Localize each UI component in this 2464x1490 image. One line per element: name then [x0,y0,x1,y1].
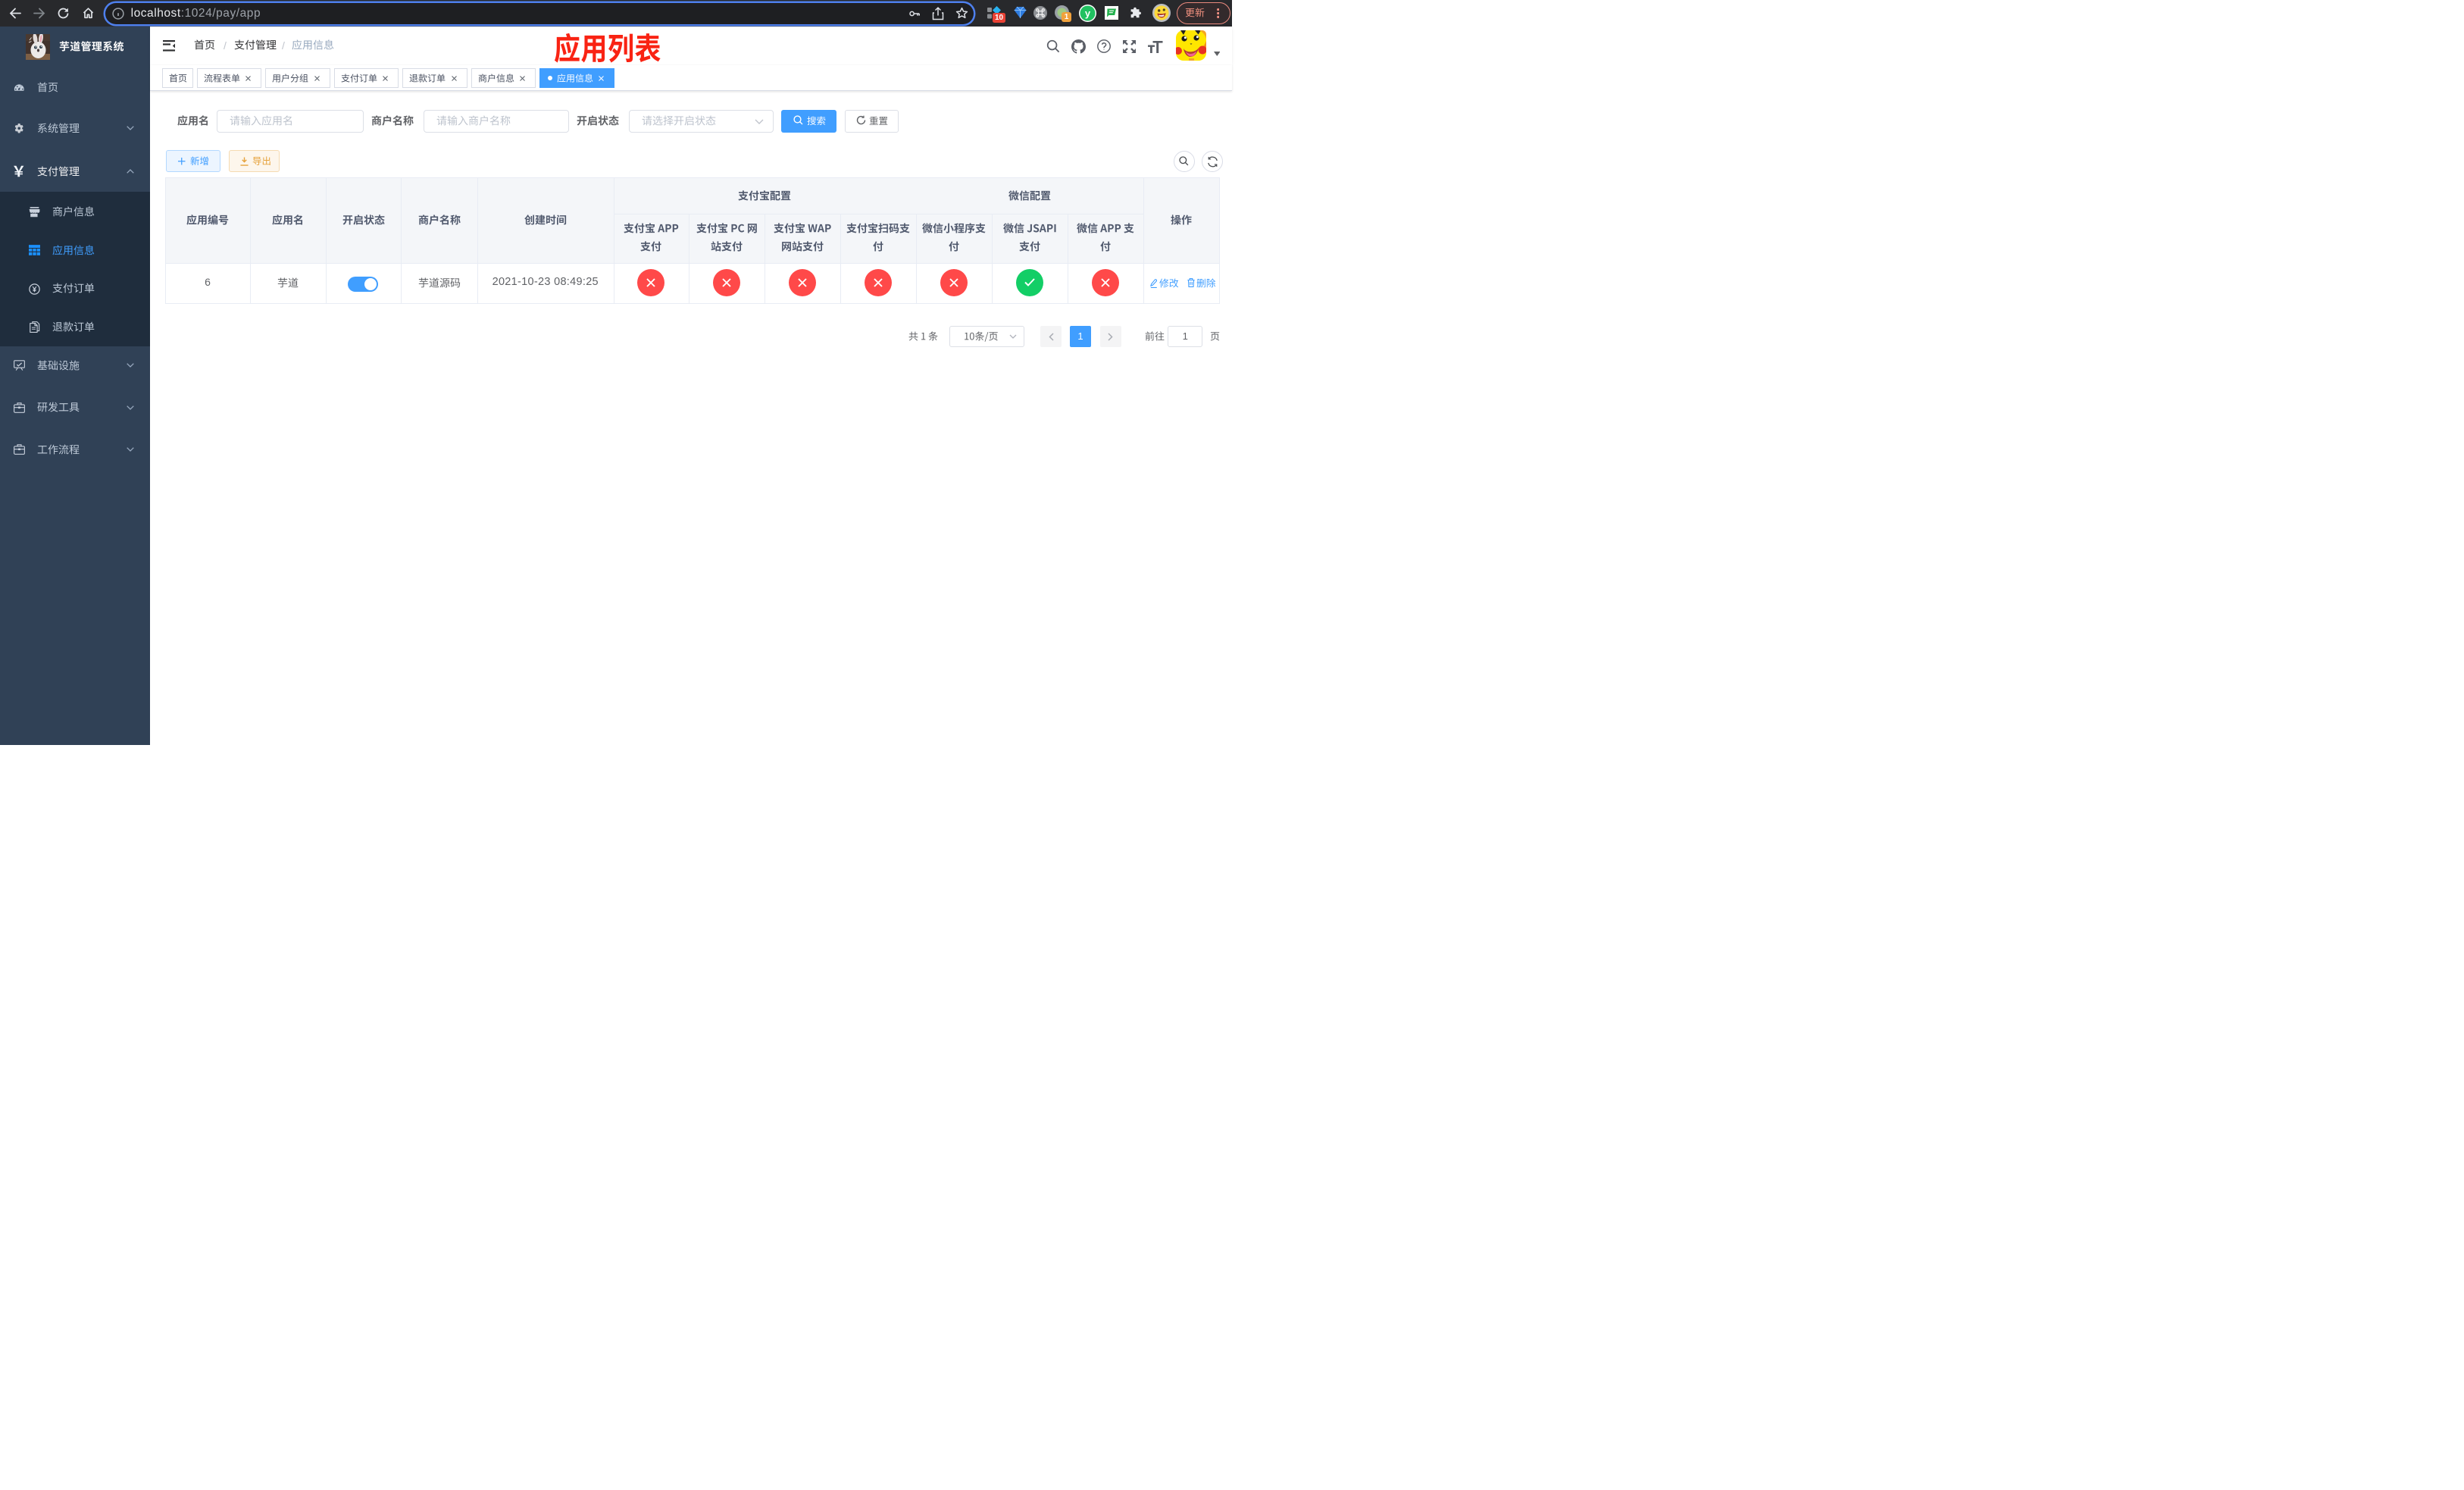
svg-text:y: y [1085,8,1091,19]
